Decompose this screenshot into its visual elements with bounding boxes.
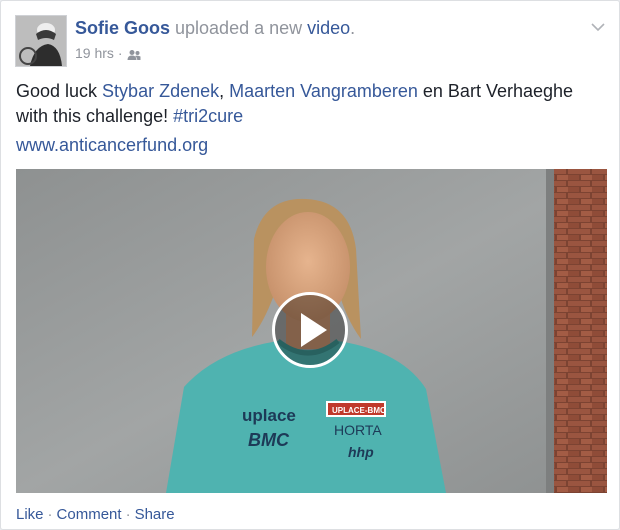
post-header: Sofie Goos uploaded a new video. — [75, 17, 355, 39]
actions-separator: · — [47, 506, 53, 523]
play-triangle — [300, 313, 327, 347]
shirt-logo-bmc: BMC — [248, 430, 290, 450]
feed-post: Sofie Goos uploaded a new video. 19 hrs … — [0, 0, 620, 530]
shirt-badge: UPLACE-BMC — [332, 406, 386, 415]
meta-separator: · — [117, 45, 123, 61]
external-url-link[interactable]: www.anticancerfund.org — [16, 135, 208, 155]
share-button[interactable]: Share — [135, 506, 175, 523]
author-name-link[interactable]: Sofie Goos — [75, 18, 170, 38]
post-actions: Like · Comment · Share — [16, 505, 175, 525]
post-action-text: uploaded a new — [170, 18, 308, 38]
header-period: . — [350, 18, 356, 38]
post-meta: 19 hrs · — [75, 44, 141, 62]
author-avatar[interactable] — [15, 15, 67, 67]
post-text-prefix: Good luck — [16, 81, 103, 101]
post-text-sep: , — [219, 81, 230, 101]
mention-link-1[interactable]: Stybar Zdenek — [102, 81, 219, 101]
post-text: Good luck Stybar Zdenek, Maarten Vangram… — [16, 79, 606, 129]
like-button[interactable]: Like — [16, 506, 44, 523]
timestamp-link[interactable]: 19 hrs — [75, 44, 114, 62]
video-player[interactable]: uplace BMC UPLACE-BMC HORTA hhp — [16, 169, 607, 493]
chevron-down-icon[interactable] — [591, 19, 605, 32]
play-icon[interactable] — [272, 292, 348, 368]
actions-separator: · — [125, 506, 131, 523]
url-line: www.anticancerfund.org — [16, 133, 208, 158]
video-link[interactable]: video — [307, 18, 350, 38]
friends-icon[interactable] — [127, 47, 141, 60]
shirt-logo-horta: HORTA — [334, 422, 382, 438]
comment-button[interactable]: Comment — [57, 506, 122, 523]
hashtag-link[interactable]: #tri2cure — [173, 106, 243, 126]
mention-link-2[interactable]: Maarten Vangramberen — [229, 81, 418, 101]
shirt-logo-hhp: hhp — [348, 444, 374, 460]
avatar-image — [16, 16, 66, 66]
shirt-logo-uplace: uplace — [242, 406, 296, 425]
